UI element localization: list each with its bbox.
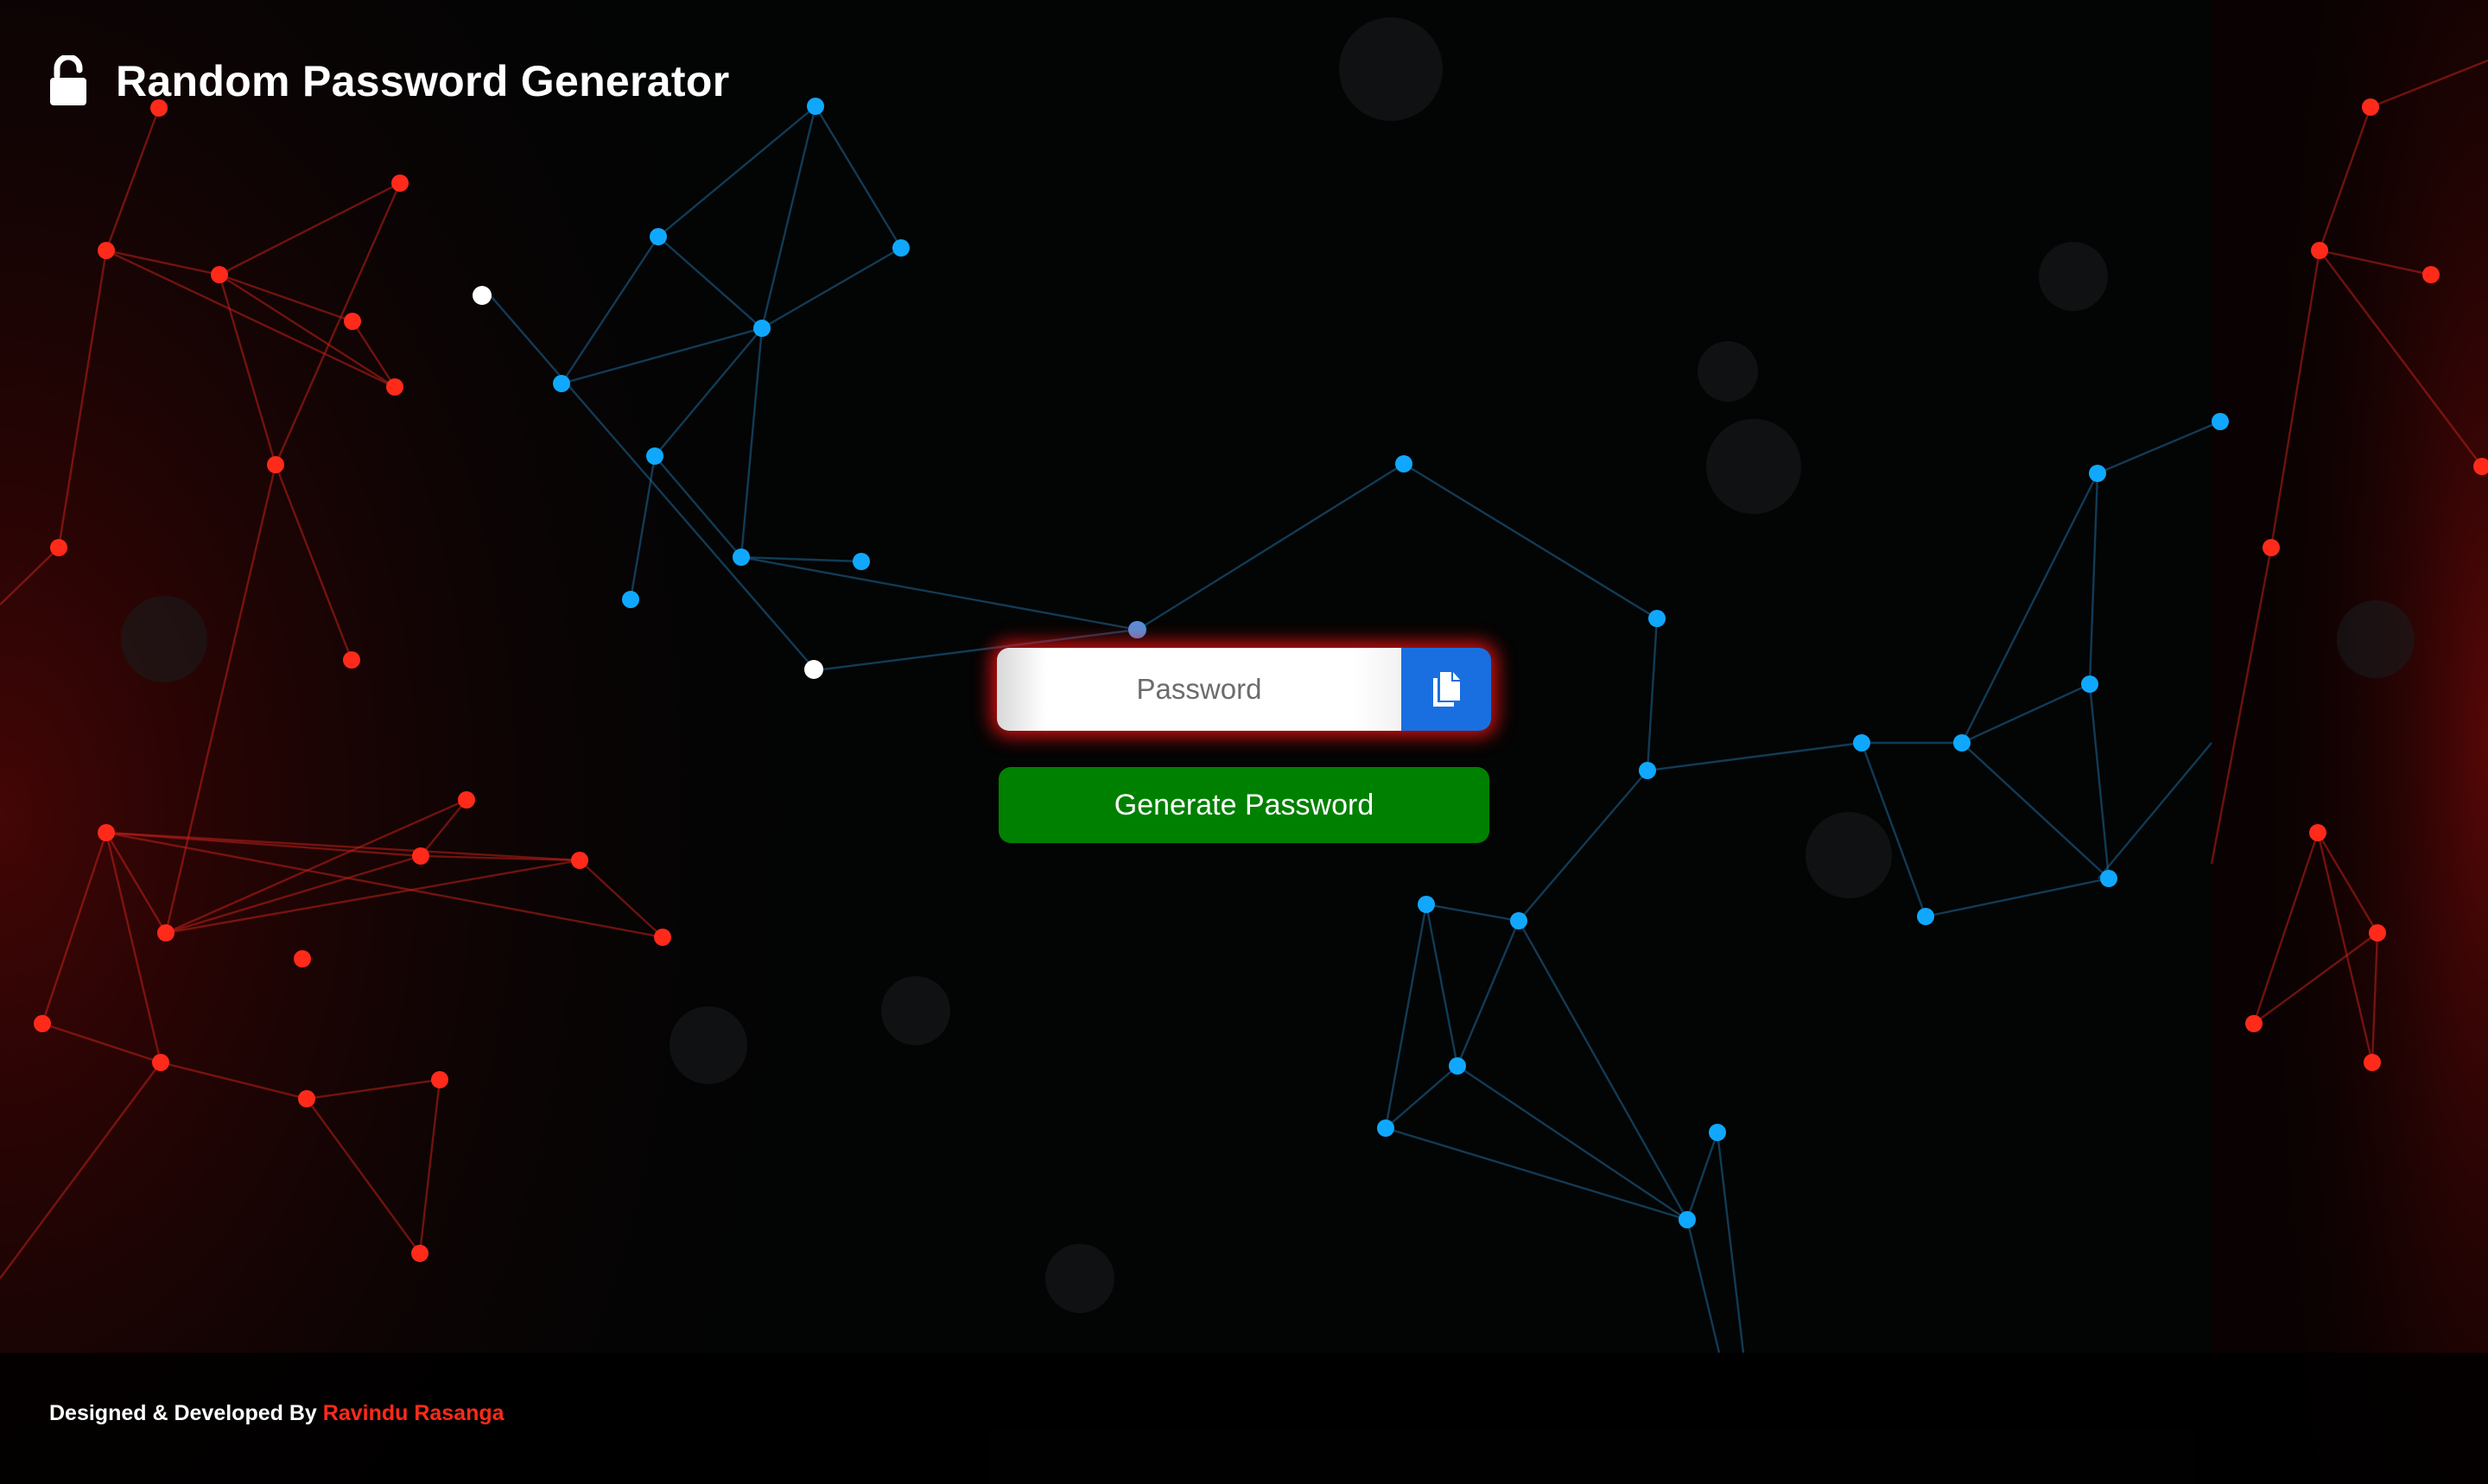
password-input-group: [997, 648, 1491, 731]
generate-password-button[interactable]: Generate Password: [999, 767, 1489, 843]
page-title: Random Password Generator: [116, 57, 730, 105]
copy-button[interactable]: [1401, 648, 1491, 731]
password-output-field[interactable]: [997, 648, 1401, 731]
app-page: Random Password Generator Generate Passw…: [0, 0, 2488, 1484]
copy-icon: [1433, 672, 1460, 707]
footer-credit: Designed & Developed By Ravindu Rasanga: [49, 1401, 505, 1426]
lock-open-icon: [50, 55, 86, 105]
network-background: [0, 0, 2488, 1484]
footer-credit-prefix: Designed & Developed By: [49, 1401, 317, 1425]
page-header: Random Password Generator: [48, 48, 729, 114]
footer-author-name: Ravindu Rasanga: [322, 1401, 505, 1425]
